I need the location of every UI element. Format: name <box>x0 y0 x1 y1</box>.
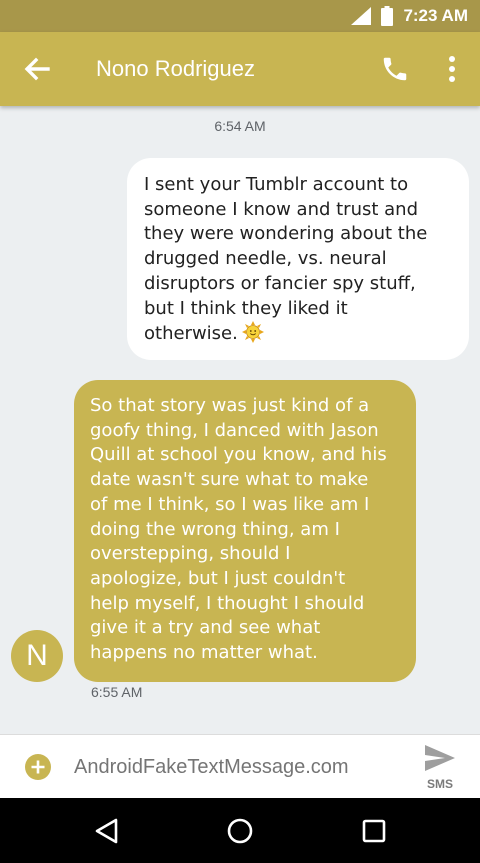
status-bar: 7:23 AM <box>0 0 480 32</box>
nav-back-button[interactable] <box>94 818 120 844</box>
phone-icon <box>383 57 407 81</box>
navigation-bar <box>0 798 480 863</box>
contact-name: Nono Rodriguez <box>96 56 255 81</box>
message-input[interactable] <box>74 747 394 787</box>
nav-home-icon <box>227 818 253 844</box>
more-vert-icon <box>449 56 455 82</box>
smiling-sun-emoji <box>241 321 264 344</box>
call-button[interactable] <box>380 54 410 84</box>
send-sms-button[interactable]: SMS <box>418 741 462 793</box>
nav-back-icon <box>95 818 118 844</box>
message-timestamp: 6:54 AM <box>214 118 266 134</box>
more-options-button[interactable] <box>440 54 464 84</box>
back-arrow-icon <box>24 57 50 81</box>
message-timestamp: 6:55 AM <box>91 684 143 700</box>
battery-icon <box>381 6 394 26</box>
outgoing-message-bubble[interactable]: I sent your Tumblr account to someone I … <box>127 158 469 360</box>
status-icons: 7:23 AM <box>351 0 468 32</box>
nav-recents-button[interactable] <box>361 818 387 844</box>
add-attachment-button[interactable] <box>25 754 51 780</box>
nav-recents-icon <box>362 819 386 843</box>
outgoing-message-text: I sent your Tumblr account to someone I … <box>144 174 428 345</box>
add-circle-icon <box>25 754 51 780</box>
send-sms-label: SMS <box>426 777 453 791</box>
back-button[interactable] <box>22 54 52 84</box>
status-time: 7:23 AM <box>403 6 468 25</box>
contact-avatar[interactable]: N <box>11 630 63 682</box>
messaging-screen: 7:23 AM Nono Rodriguez 6:54 AM I sent yo… <box>0 0 480 863</box>
incoming-message-bubble[interactable]: So that story was just kind of a goofy t… <box>74 380 416 682</box>
app-bar: Nono Rodriguez <box>0 32 480 106</box>
conversation-thread[interactable]: 6:54 AM I sent your Tumblr account to so… <box>0 106 480 734</box>
signal-icon <box>351 7 372 25</box>
compose-bar: SMS <box>0 734 480 798</box>
send-icon <box>425 745 455 771</box>
nav-home-button[interactable] <box>227 818 253 844</box>
